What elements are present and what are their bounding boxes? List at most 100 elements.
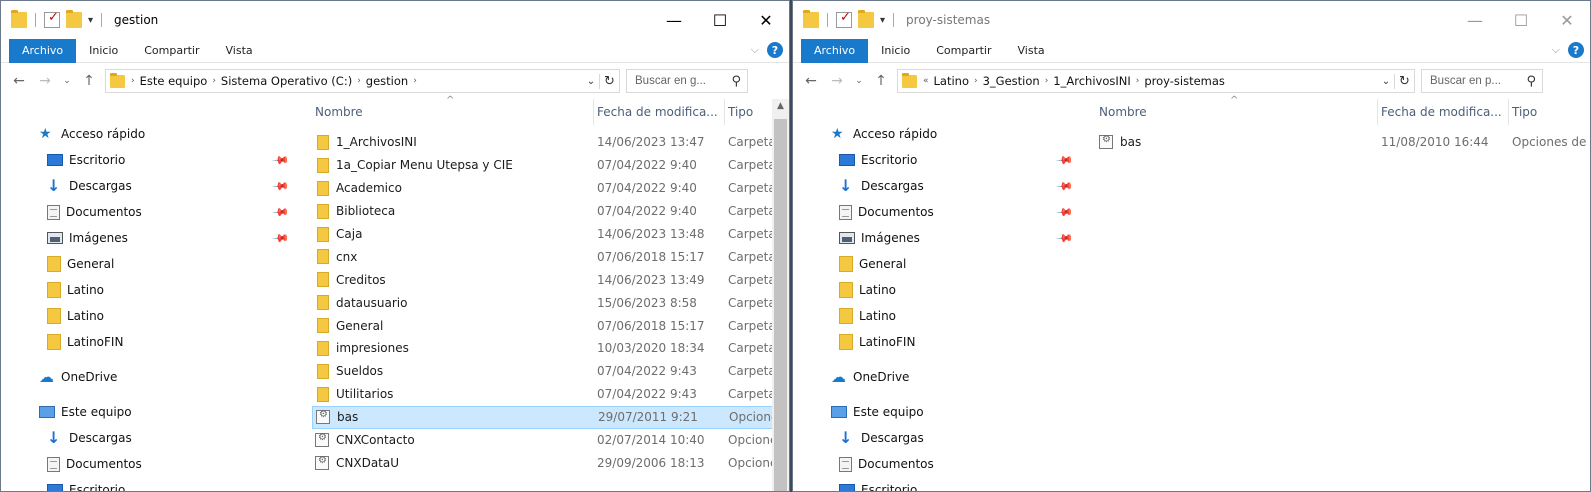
address-bar[interactable]: › Este equipo › Sistema Operativo (C:) ›… <box>105 69 620 93</box>
file-row[interactable]: datausuario 15/06/2023 8:58 Carpeta <box>312 291 789 314</box>
nav-documentos[interactable]: Documentos 📌 <box>1 199 296 225</box>
file-row[interactable]: Sueldos 07/04/2022 9:43 Carpeta <box>312 360 789 383</box>
expand-ribbon-icon[interactable]: ⌵ <box>751 43 759 57</box>
new-folder-icon[interactable] <box>66 10 82 28</box>
forward-arrow-icon[interactable]: → <box>827 73 847 89</box>
forward-arrow-icon[interactable]: → <box>35 73 55 89</box>
scrollbar-thumb[interactable] <box>774 119 787 491</box>
search-box[interactable]: ⚲ <box>626 69 748 93</box>
tab-vista[interactable]: Vista <box>213 39 266 63</box>
recent-locations-icon[interactable]: ⌄ <box>61 76 73 86</box>
tab-compartir[interactable]: Compartir <box>131 39 212 63</box>
breadcrumb-1-archivosini[interactable]: 1_ArchivosINI <box>1053 74 1130 88</box>
nav-pc-descargas[interactable]: ↓ Descargas <box>1 425 296 451</box>
breadcrumb-3-gestion[interactable]: 3_Gestion <box>983 74 1040 88</box>
nav-latino[interactable]: Latino <box>793 277 1080 303</box>
nav-imagenes[interactable]: Imágenes 📌 <box>1 225 296 251</box>
pin-icon[interactable]: 📌 <box>1056 229 1075 248</box>
breadcrumb-gestion[interactable]: gestion <box>366 74 408 88</box>
nav-latino-2[interactable]: Latino <box>1 303 296 329</box>
back-arrow-icon[interactable]: ← <box>9 73 29 89</box>
pin-icon[interactable]: 📌 <box>1056 177 1075 196</box>
close-button[interactable]: ✕ <box>743 1 789 39</box>
nav-pc-escritorio[interactable]: Escritorio <box>793 477 1080 491</box>
vertical-scrollbar[interactable]: ▲ <box>772 99 789 491</box>
pin-icon[interactable]: 📌 <box>272 177 291 196</box>
nav-documentos[interactable]: Documentos 📌 <box>793 199 1080 225</box>
nav-pc-descargas[interactable]: ↓ Descargas <box>793 425 1080 451</box>
address-bar[interactable]: « Latino › 3_Gestion › 1_ArchivosINI › p… <box>897 69 1415 93</box>
address-dropdown-icon[interactable]: ⌄ <box>583 76 599 87</box>
nav-imagenes[interactable]: Imágenes 📌 <box>793 225 1080 251</box>
refresh-icon[interactable]: ↻ <box>1394 73 1414 89</box>
pin-icon[interactable]: 📌 <box>1056 151 1075 170</box>
customize-toolbar-icon[interactable]: ▾ <box>88 15 93 26</box>
minimize-button[interactable]: — <box>1452 1 1498 39</box>
title-bar[interactable]: ▾ gestion — ☐ ✕ <box>1 1 789 39</box>
properties-icon[interactable] <box>44 10 60 28</box>
nav-general[interactable]: General <box>1 251 296 277</box>
search-box[interactable]: ⚲ <box>1421 69 1543 93</box>
nav-pc-escritorio[interactable]: Escritorio <box>1 477 296 491</box>
file-row[interactable]: CNXContacto02/07/2014 10:40Opciones <box>312 429 789 452</box>
nav-quick-access[interactable]: ★ Acceso rápido <box>793 121 1080 147</box>
minimize-button[interactable]: — <box>651 1 697 39</box>
help-icon[interactable]: ? <box>767 42 783 58</box>
file-row[interactable]: cnx 07/06/2018 15:17 Carpeta <box>312 245 789 268</box>
nav-escritorio[interactable]: Escritorio 📌 <box>793 147 1080 173</box>
scroll-up-icon[interactable]: ▲ <box>772 101 789 111</box>
pin-icon[interactable]: 📌 <box>272 151 291 170</box>
nav-onedrive[interactable]: ☁ OneDrive <box>793 364 1080 390</box>
search-input[interactable] <box>635 75 727 87</box>
file-row[interactable]: General 07/06/2018 15:17 Carpeta <box>312 314 789 337</box>
search-icon[interactable]: ⚲ <box>731 74 741 89</box>
nav-descargas[interactable]: ↓ Descargas 📌 <box>1 173 296 199</box>
nav-latino-2[interactable]: Latino <box>793 303 1080 329</box>
nav-quick-access[interactable]: ★ Acceso rápido <box>1 121 296 147</box>
file-row[interactable]: bas29/07/2011 9:21Opciones <box>312 405 789 429</box>
nav-escritorio[interactable]: Escritorio 📌 <box>1 147 296 173</box>
tab-vista[interactable]: Vista <box>1005 39 1058 63</box>
file-row[interactable]: bas 11/08/2010 16:44 Opciones de configura… <box>1096 131 1590 154</box>
nav-este-equipo[interactable]: Este equipo <box>1 399 296 425</box>
up-arrow-icon[interactable]: ↑ <box>79 73 99 89</box>
recent-locations-icon[interactable]: ⌄ <box>853 76 865 86</box>
nav-general[interactable]: General <box>793 251 1080 277</box>
nav-latino[interactable]: Latino <box>1 277 296 303</box>
nav-onedrive[interactable]: ☁ OneDrive <box>1 364 296 390</box>
breadcrumb-sistema-operativo[interactable]: Sistema Operativo (C:) <box>221 74 352 88</box>
nav-latinofin[interactable]: LatinoFIN <box>1 329 296 355</box>
title-bar[interactable]: ▾ proy-sistemas — ☐ ✕ <box>793 1 1590 39</box>
back-arrow-icon[interactable]: ← <box>801 73 821 89</box>
file-row[interactable]: Creditos 14/06/2023 13:49 Carpeta <box>312 268 789 291</box>
file-row[interactable]: Academico 07/04/2022 9:40 Carpeta <box>312 177 789 200</box>
file-row[interactable]: 1_ArchivosINI 14/06/2023 13:47 Carpeta <box>312 131 789 154</box>
nav-este-equipo[interactable]: Este equipo <box>793 399 1080 425</box>
pin-icon[interactable]: 📌 <box>1056 203 1075 222</box>
breadcrumb-este-equipo[interactable]: Este equipo <box>140 74 208 88</box>
file-row[interactable]: CNXDataU29/09/2006 18:13Opciones <box>312 451 789 474</box>
file-row[interactable]: 1a_Copiar Menu Utepsa y CIE 07/04/2022 9:… <box>312 154 789 177</box>
tab-archivo[interactable]: Archivo <box>801 38 869 63</box>
file-row[interactable]: Caja 14/06/2023 13:48 Carpeta <box>312 223 789 246</box>
column-tipo[interactable]: Tipo <box>1509 99 1589 125</box>
tab-archivo[interactable]: Archivo <box>9 38 77 63</box>
column-fecha[interactable]: Fecha de modifica... <box>594 99 725 125</box>
help-icon[interactable]: ? <box>1568 42 1584 58</box>
search-icon[interactable]: ⚲ <box>1526 74 1536 89</box>
search-input[interactable] <box>1430 75 1522 87</box>
maximize-button[interactable]: ☐ <box>697 1 743 39</box>
up-arrow-icon[interactable]: ↑ <box>871 73 891 89</box>
file-row[interactable]: Utilitarios 07/04/2022 9:43 Carpeta <box>312 383 789 406</box>
expand-ribbon-icon[interactable]: ⌵ <box>1552 43 1560 57</box>
nav-descargas[interactable]: ↓ Descargas 📌 <box>793 173 1080 199</box>
column-fecha[interactable]: Fecha de modifica... <box>1378 99 1509 125</box>
properties-icon[interactable] <box>836 10 852 28</box>
close-button[interactable]: ✕ <box>1544 1 1590 39</box>
pin-icon[interactable]: 📌 <box>272 203 291 222</box>
breadcrumb-proy-sistemas[interactable]: proy-sistemas <box>1144 74 1225 88</box>
refresh-icon[interactable]: ↻ <box>599 73 619 89</box>
pin-icon[interactable]: 📌 <box>272 229 291 248</box>
nav-pc-documentos[interactable]: Documentos <box>1 451 296 477</box>
customize-toolbar-icon[interactable]: ▾ <box>880 15 885 26</box>
